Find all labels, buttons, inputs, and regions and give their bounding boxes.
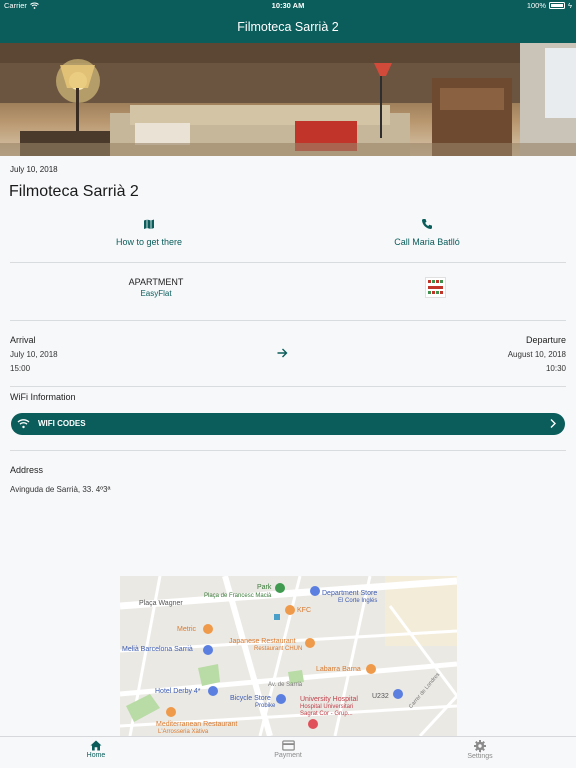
- tab-settings[interactable]: Settings: [440, 740, 520, 760]
- map-label-probike: Probike: [255, 703, 276, 709]
- map-label-metric: Metric: [177, 626, 197, 633]
- status-time: 10:30 AM: [271, 1, 305, 10]
- wifi-codes-button[interactable]: WIFI CODES: [11, 413, 565, 435]
- battery-fill: [551, 4, 564, 7]
- charging-icon: ϟ: [568, 1, 572, 10]
- call-label: Call Maria Batlló: [394, 237, 460, 247]
- apartment-info: APARTMENT EasyFlat: [56, 277, 256, 298]
- map-label-u232: U232: [372, 693, 389, 700]
- call-host-button[interactable]: Call Maria Batlló: [327, 218, 527, 247]
- company-logo: [425, 277, 446, 298]
- address-value: Avinguda de Sarrià, 33. 4º3ª: [10, 485, 111, 494]
- map-label-sagrat: Sagrat Cor - Grup...: [300, 711, 353, 717]
- tab-payment-label: Payment: [274, 752, 302, 759]
- map-label-av-sarria: Av. de Sarrià: [268, 682, 303, 688]
- divider: [10, 262, 566, 263]
- wifi-section-title: WiFi Information: [10, 392, 76, 402]
- tab-bar: Home Payment Settings: [0, 736, 576, 768]
- location-map[interactable]: Park Plaça de Francesc Macià Department …: [120, 576, 457, 736]
- departure-label: Departure: [525, 335, 566, 345]
- map-label-hospital: Hospital Universitari: [300, 704, 354, 710]
- map-label-kfc: KFC: [297, 607, 311, 614]
- credit-card-icon: [281, 740, 295, 751]
- chevron-right-icon: [550, 419, 556, 428]
- tab-home[interactable]: Home: [56, 740, 136, 759]
- arrow-right-icon: [277, 348, 288, 358]
- battery-icon: [549, 2, 566, 9]
- booking-title: Filmoteca Sarrià 2: [9, 183, 139, 200]
- gear-icon: [474, 740, 486, 752]
- phone-icon: [422, 219, 432, 229]
- map-label-placa-macia: Plaça de Francesc Macià: [204, 593, 272, 599]
- divider: [10, 386, 566, 387]
- map-label-labarra: Labarra Barna: [316, 666, 361, 673]
- map-label-japanese: Japanese Restaurant: [229, 638, 296, 645]
- map-label-corte-ingles: El Corte Inglés: [338, 598, 378, 604]
- tab-settings-label: Settings: [467, 753, 493, 760]
- map-label-university: University Hospital: [300, 696, 358, 703]
- status-bar: Carrier 10:30 AM 100% ϟ: [0, 0, 576, 12]
- map-label-mediterranean: Mediterranean Restaurant: [156, 721, 238, 728]
- battery-info: 100% ϟ: [527, 1, 572, 10]
- map-label-chun: Restaurant CHUN: [254, 646, 303, 652]
- apartment-photo: [0, 43, 576, 156]
- map-label-melia: Melià Barcelona Sarrià: [122, 646, 193, 653]
- booking-date: July 10, 2018: [10, 165, 58, 174]
- battery-percent: 100%: [526, 1, 547, 10]
- map-icon: [144, 219, 154, 229]
- map-label-dept-store: Department Store: [322, 590, 378, 597]
- map-label-hotel-derby: Hotel Derby 4*: [155, 688, 201, 695]
- map-label-arrosseria: L'Arrosseria Xàtiva: [158, 729, 209, 735]
- wifi-icon: [17, 419, 30, 429]
- departure-date: August 10, 2018: [507, 350, 566, 359]
- divider: [10, 320, 566, 321]
- departure-time: 10:30: [545, 364, 566, 373]
- tab-home-label: Home: [86, 752, 106, 759]
- wifi-codes-label: WIFI CODES: [38, 419, 86, 428]
- divider: [10, 450, 566, 451]
- arrival-label: Arrival: [10, 335, 36, 345]
- map-label-placa-wagner: Plaça Wagner: [139, 600, 183, 607]
- map-label-park: Park: [257, 584, 272, 591]
- map-label-bicycle: Bicycle Store: [230, 695, 271, 702]
- apartment-type: APARTMENT: [128, 277, 184, 287]
- directions-button[interactable]: How to get there: [49, 218, 249, 247]
- tab-payment[interactable]: Payment: [248, 740, 328, 759]
- arrival-date: July 10, 2018: [10, 350, 58, 359]
- nav-bar: Filmoteca Sarrià 2: [0, 12, 576, 43]
- home-icon: [90, 740, 102, 751]
- address-label: Address: [10, 465, 44, 475]
- nav-title: Filmoteca Sarrià 2: [237, 20, 339, 34]
- arrival-time: 15:00: [10, 364, 31, 373]
- directions-label: How to get there: [115, 237, 183, 247]
- company-name: EasyFlat: [140, 289, 172, 298]
